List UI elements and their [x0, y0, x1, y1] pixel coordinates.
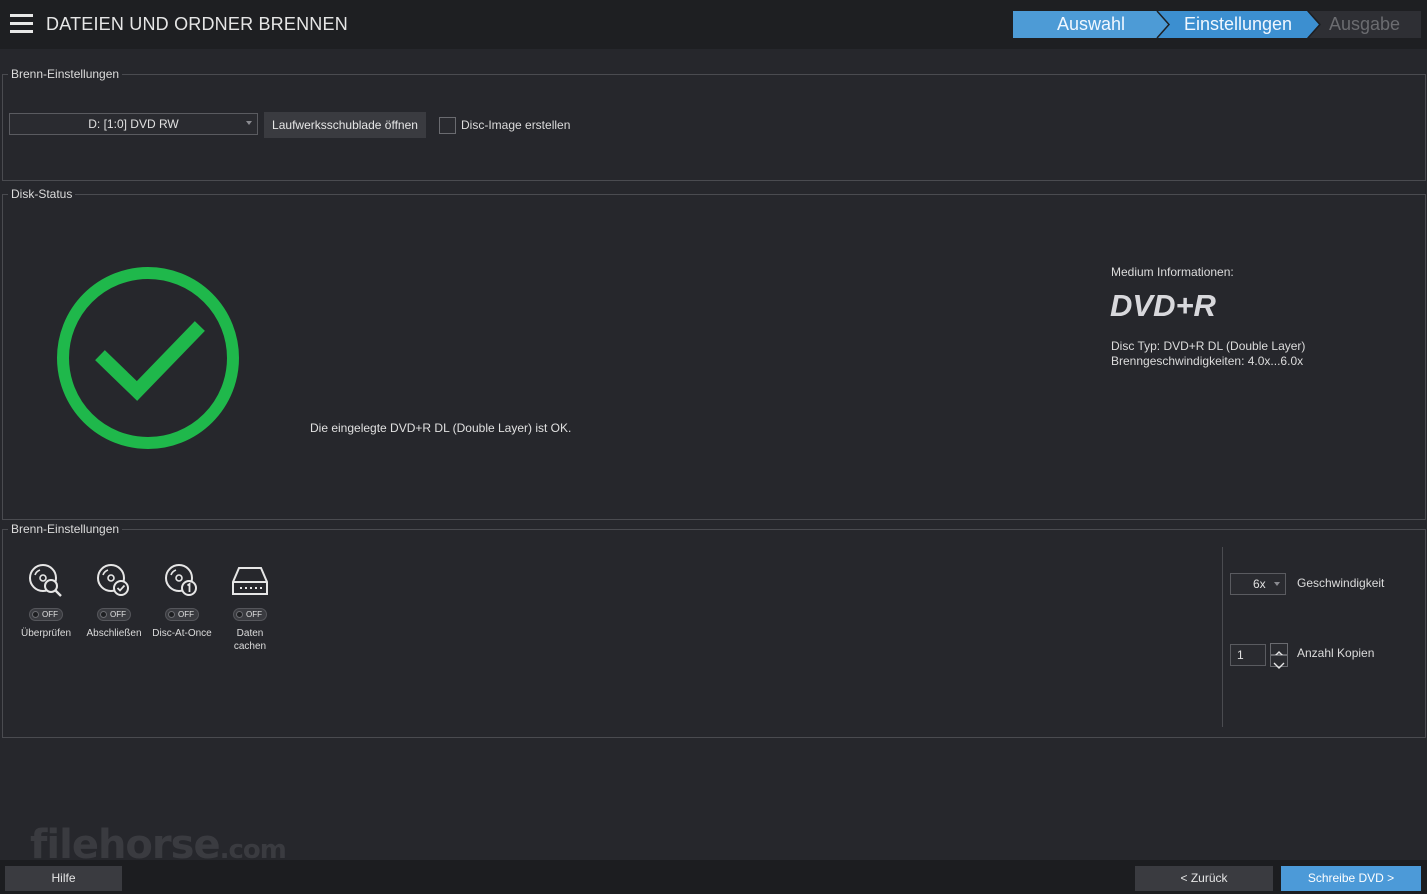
step-einstellungen[interactable]: Einstellungen	[1157, 11, 1319, 38]
option-label: Abschließen	[86, 628, 142, 639]
open-tray-button[interactable]: Laufwerksschublade öffnen	[264, 112, 426, 138]
step-auswahl[interactable]: Auswahl	[1013, 11, 1169, 38]
footer-bar: Hilfe < Zurück Schreibe DVD >	[0, 860, 1427, 894]
disc-finalize-icon	[97, 564, 129, 596]
stepper-down-button[interactable]	[1270, 655, 1288, 669]
step-separator-chevron	[1307, 11, 1321, 38]
divider	[1222, 547, 1223, 727]
finalize-toggle[interactable]: OFF	[97, 608, 131, 621]
disc-image-checkbox[interactable]	[439, 117, 456, 134]
burn-settings-top-group: Brenn-Einstellungen D: [1:0] DVD RW Lauf…	[2, 67, 1426, 181]
disc-at-once-icon	[165, 564, 197, 596]
disc-at-once-toggle[interactable]: OFF	[165, 608, 199, 621]
disc-verify-icon	[29, 564, 62, 597]
speed-select[interactable]: 6x	[1230, 573, 1286, 595]
chevron-down-icon	[246, 121, 252, 125]
page-title: DATEIEN UND ORDNER BRENNEN	[46, 14, 348, 34]
drive-select[interactable]: D: [1:0] DVD RW	[9, 113, 258, 135]
copies-stepper	[1270, 643, 1288, 669]
check-circle-icon	[57, 267, 239, 449]
chevron-down-icon	[1274, 582, 1280, 586]
chevron-down-icon	[1273, 662, 1285, 669]
speed-label: Geschwindigkeit	[1297, 576, 1385, 590]
disc-image-label[interactable]: Disc-Image erstellen	[461, 118, 570, 132]
medium-type: DVD+R	[1110, 288, 1216, 323]
medium-info-label: Medium Informationen:	[1111, 265, 1234, 279]
option-label: Überprüfen	[20, 628, 72, 639]
drive-select-value: D: [1:0] DVD RW	[88, 117, 179, 131]
step-separator-chevron	[1156, 11, 1170, 38]
toggle-state: OFF	[110, 610, 126, 619]
group-title: Brenn-Einstellungen	[8, 522, 123, 536]
header-bar: DATEIEN UND ORDNER BRENNEN Auswahl Einst…	[0, 0, 1427, 49]
stepper-up-button[interactable]	[1270, 643, 1288, 658]
disk-status-group: Disk-Status Die eingelegte DVD+R DL (Dou…	[2, 187, 1426, 520]
speed-value: 6x	[1253, 577, 1266, 591]
back-button[interactable]: < Zurück	[1135, 866, 1273, 891]
step-ausgabe: Ausgabe	[1308, 11, 1421, 38]
wizard-steps: Auswahl Einstellungen Ausgabe	[1013, 11, 1421, 38]
toggle-state: OFF	[42, 610, 58, 619]
group-title: Brenn-Einstellungen	[8, 67, 123, 81]
hamburger-menu-icon[interactable]	[10, 14, 33, 34]
option-label: Disc-At-Once	[152, 628, 212, 639]
disc-type: Disc Typ: DVD+R DL (Double Layer)	[1111, 339, 1306, 353]
option-disc-at-once: OFF Disc-At-Once	[147, 562, 217, 640]
write-dvd-button[interactable]: Schreibe DVD >	[1281, 866, 1421, 891]
option-finalize: OFF Abschließen	[79, 562, 149, 640]
drive-cache-icon	[232, 567, 268, 595]
copies-input[interactable]: 1	[1230, 644, 1266, 666]
option-verify: OFF Überprüfen	[11, 562, 81, 640]
burn-settings-bottom-group: Brenn-Einstellungen OFF Überprüfen OFF A…	[2, 522, 1426, 738]
verify-toggle[interactable]: OFF	[29, 608, 63, 621]
copies-label: Anzahl Kopien	[1297, 646, 1375, 660]
help-button[interactable]: Hilfe	[5, 866, 122, 891]
option-label: Daten cachen	[233, 628, 267, 652]
group-title: Disk-Status	[8, 187, 76, 201]
disk-status-message: Die eingelegte DVD+R DL (Double Layer) i…	[310, 421, 572, 435]
toggle-state: OFF	[178, 610, 194, 619]
toggle-state: OFF	[246, 610, 262, 619]
burn-speeds: Brenngeschwindigkeiten: 4.0x...6.0x	[1111, 354, 1304, 368]
cache-data-toggle[interactable]: OFF	[233, 608, 267, 621]
option-cache-data: OFF Daten cachen	[215, 562, 285, 653]
